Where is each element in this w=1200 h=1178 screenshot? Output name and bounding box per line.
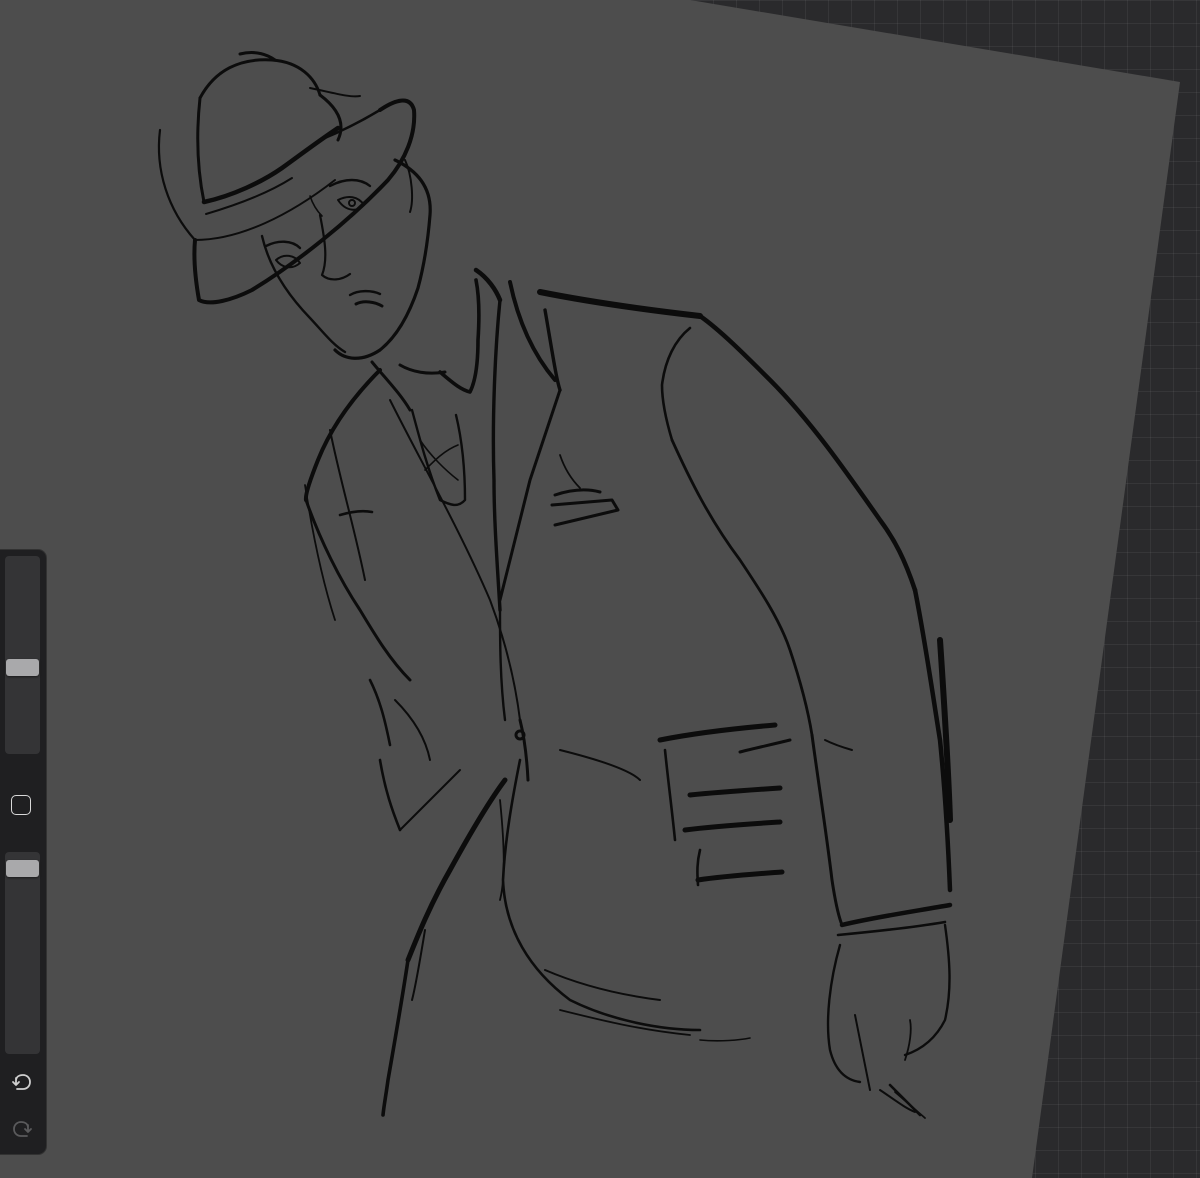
drawing-app: [0, 0, 1200, 1178]
brush-opacity-slider[interactable]: [5, 852, 40, 1054]
undo-button[interactable]: [9, 1071, 35, 1095]
redo-arrow-icon: [13, 1121, 32, 1137]
brush-size-slider[interactable]: [5, 556, 40, 754]
brush-opacity-slider-thumb[interactable]: [6, 860, 39, 878]
canvas-sheet[interactable]: [0, 0, 1180, 1178]
brush-size-slider-thumb[interactable]: [6, 659, 39, 677]
square-outline-icon[interactable]: [11, 795, 31, 815]
undo-arrow-icon: [12, 1074, 31, 1090]
redo-button[interactable]: [9, 1118, 35, 1142]
tool-sidebar: [0, 550, 46, 1154]
drawing-canvas[interactable]: [0, 0, 1200, 1178]
